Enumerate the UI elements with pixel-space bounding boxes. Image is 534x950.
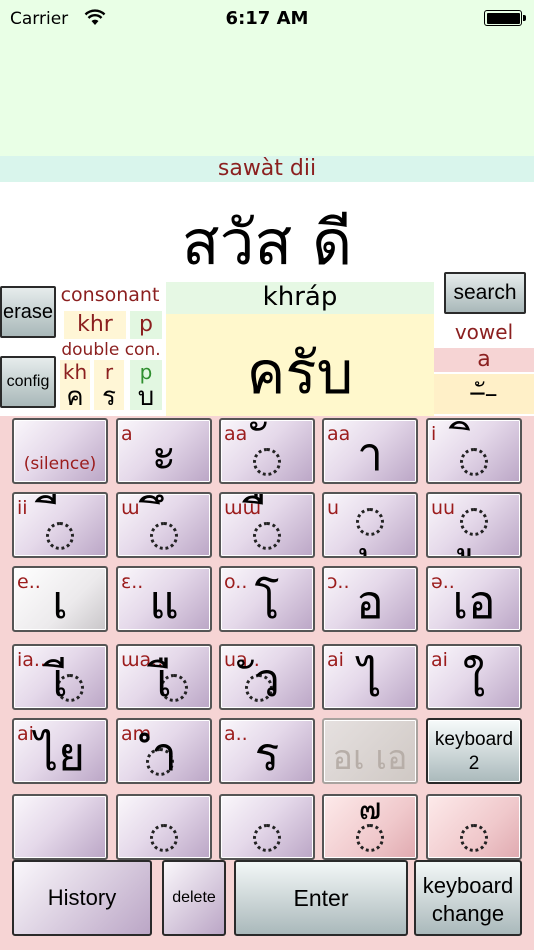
thai-display: สวัส ดี: [0, 182, 534, 282]
status-bar: Carrier 6:17 AM: [0, 0, 534, 36]
delete-button[interactable]: delete: [162, 860, 226, 936]
top-area: [0, 36, 534, 156]
key-vowel-ai-2[interactable]: ai ใ: [426, 644, 522, 710]
key-silence[interactable]: ่ (silence): [12, 418, 108, 484]
key-tone-mai-ek[interactable]: ่: [116, 794, 212, 860]
key-vowel-ua[interactable]: ua.. ัว: [219, 644, 315, 710]
key-vowel-or[interactable]: ɔ.. อ: [322, 566, 418, 632]
key-vowel-e[interactable]: e.. เ: [12, 566, 108, 632]
key-vowel-ai-3[interactable]: ai ไย: [12, 718, 108, 784]
double-consonant-3: p บ: [130, 360, 162, 410]
key-vowel-a[interactable]: a ะ: [116, 418, 212, 484]
double-consonant-2: r ร: [94, 360, 124, 410]
key-vowel-aa-1[interactable]: aa ั: [219, 418, 315, 484]
romanization-text: sawàt dii: [217, 156, 317, 181]
key-tone-mai-tho[interactable]: ้: [219, 794, 315, 860]
key-vowel-i[interactable]: i ิ: [426, 418, 522, 484]
key-vowel-uu[interactable]: uu ู: [426, 492, 522, 558]
key-vowel-uee[interactable]: ɯɯ ื: [219, 492, 315, 558]
consonant-roman-final: p: [130, 311, 162, 339]
key-tone-mai-tri[interactable]: ๗: [322, 794, 418, 860]
enter-button[interactable]: Enter: [234, 860, 408, 936]
current-word-roman: khráp: [262, 282, 338, 312]
key-tone-mai-chattawa[interactable]: ๋: [426, 794, 522, 860]
key-vowel-ae[interactable]: ɛ.. แ: [116, 566, 212, 632]
key-vowel-ii[interactable]: ii ี: [12, 492, 108, 558]
erase-button[interactable]: erase: [0, 286, 56, 338]
consonant-roman: khr: [64, 311, 126, 339]
key-vowel-u[interactable]: u ุ: [322, 492, 418, 558]
search-button[interactable]: search: [444, 272, 526, 314]
key-vowel-oe[interactable]: ə.. เอ: [426, 566, 522, 632]
key-vowel-am[interactable]: am ำ: [116, 718, 212, 784]
battery-icon: [484, 10, 522, 26]
key-vowel-a-ro[interactable]: a.. ร: [219, 718, 315, 784]
clock: 6:17 AM: [225, 8, 309, 29]
battery-tip-icon: [523, 15, 526, 21]
key-blank[interactable]: [12, 794, 108, 860]
key-vowel-uea[interactable]: ɯa.. เื: [116, 644, 212, 710]
key-vowel-aa-2[interactable]: aa า: [322, 418, 418, 484]
consonant-label: consonant: [56, 284, 164, 306]
key-vowel-ai-1[interactable]: ai ไ: [322, 644, 418, 710]
key-vowel-ue[interactable]: ɯ ึ: [116, 492, 212, 558]
double-consonant-1: kh ค: [60, 360, 90, 410]
romanization-bar: sawàt dii: [0, 156, 534, 182]
key-disabled[interactable]: อเ เอ: [322, 718, 418, 784]
key-vowel-o[interactable]: o.. โ: [219, 566, 315, 632]
key-vowel-ia[interactable]: ia.. เี: [12, 644, 108, 710]
current-word-thai: ครับ: [246, 339, 354, 407]
vowel-roman: a: [434, 348, 534, 372]
keyboard-2-button[interactable]: keyboard 2: [426, 718, 522, 784]
vowel-label: vowel: [454, 320, 514, 344]
vowel-thai: –ั–: [434, 374, 534, 414]
double-consonant-label: double con.: [61, 340, 161, 360]
history-button[interactable]: History: [12, 860, 152, 936]
keyboard-change-button[interactable]: keyboard change: [414, 860, 522, 936]
config-button[interactable]: config: [0, 356, 56, 408]
